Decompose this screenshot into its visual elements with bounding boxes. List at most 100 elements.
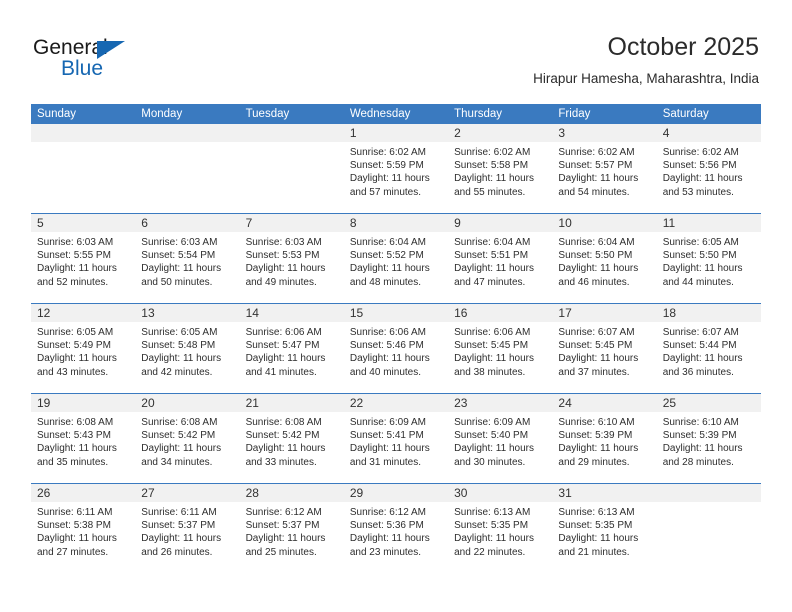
- day-number: 18: [656, 304, 761, 322]
- day-cell-empty: [656, 484, 761, 573]
- day-number: 2: [448, 124, 553, 142]
- day-cell[interactable]: 26 Sunrise: 6:11 AM Sunset: 5:38 PM Dayligh…: [31, 484, 136, 573]
- sunset-time: Sunset: 5:35 PM: [454, 520, 529, 532]
- daylight-duration-line2: and 29 minutes.: [558, 456, 630, 468]
- day-number: 7: [239, 214, 344, 232]
- sunrise-time: Sunrise: 6:03 AM: [245, 237, 322, 248]
- daylight-duration-line2: and 55 minutes.: [454, 186, 526, 198]
- sunset-time: Sunset: 5:59 PM: [349, 160, 424, 172]
- day-cell[interactable]: 12 Sunrise: 6:05 AM Sunset: 5:49 PM Dayligh…: [31, 304, 136, 393]
- day-cell[interactable]: 14 Sunrise: 6:06 AM Sunset: 5:47 PM Dayligh…: [239, 304, 344, 393]
- day-number: 8: [343, 214, 449, 232]
- day-number: 22: [343, 394, 449, 412]
- day-cell[interactable]: 21 Sunrise: 6:08 AM Sunset: 5:42 PM Dayligh…: [239, 394, 344, 483]
- day-cell[interactable]: 17 Sunrise: 6:07 AM Sunset: 5:45 PM Dayligh…: [552, 304, 657, 393]
- sunrise-time: Sunrise: 6:13 AM: [454, 507, 531, 518]
- general-blue-logo[interactable]: General Blue: [33, 36, 153, 84]
- daylight-duration-line1: Daylight: 11 hours: [558, 353, 639, 365]
- daylight-duration-line2: and 37 minutes.: [558, 366, 630, 378]
- daylight-duration-line1: Daylight: 11 hours: [454, 443, 534, 455]
- daylight-duration-line1: Daylight: 11 hours: [141, 443, 222, 455]
- daylight-duration-line1: Daylight: 11 hours: [37, 443, 117, 455]
- day-cell[interactable]: 13 Sunrise: 6:05 AM Sunset: 5:48 PM Dayligh…: [135, 304, 240, 393]
- sunrise-time: Sunrise: 6:12 AM: [245, 507, 322, 518]
- day-cell[interactable]: 20 Sunrise: 6:08 AM Sunset: 5:42 PM Dayligh…: [135, 394, 240, 483]
- day-cell[interactable]: 4 Sunrise: 6:02 AM Sunset: 5:56 PM Daylight…: [656, 124, 761, 213]
- day-details: Sunrise: 6:10 AM Sunset: 5:39 PM Daylight:…: [657, 412, 761, 469]
- day-details: Sunrise: 6:11 AM Sunset: 5:38 PM Daylight:…: [31, 502, 135, 559]
- daylight-duration-line2: and 21 minutes.: [558, 546, 630, 558]
- sunrise-time: Sunrise: 6:04 AM: [558, 237, 635, 248]
- day-details: Sunrise: 6:03 AM Sunset: 5:53 PM Daylight:…: [240, 232, 344, 289]
- daylight-duration-line1: Daylight: 11 hours: [245, 263, 326, 275]
- day-cell[interactable]: 6 Sunrise: 6:03 AM Sunset: 5:54 PM Daylight…: [135, 214, 240, 303]
- day-details: Sunrise: 6:10 AM Sunset: 5:39 PM Daylight:…: [552, 412, 656, 469]
- day-number: 31: [552, 484, 657, 502]
- day-details: Sunrise: 6:02 AM Sunset: 5:59 PM Daylight:…: [344, 142, 448, 199]
- calendar-week-row: 12 Sunrise: 6:05 AM Sunset: 5:49 PM Dayligh…: [31, 303, 761, 393]
- weekday-header-wednesday: Wednesday: [349, 108, 411, 120]
- day-cell[interactable]: 29 Sunrise: 6:12 AM Sunset: 5:36 PM Dayligh…: [343, 484, 449, 573]
- sunrise-time: Sunrise: 6:07 AM: [662, 327, 739, 338]
- calendar-weeks: 1 Sunrise: 6:02 AM Sunset: 5:59 PM Daylight…: [31, 124, 761, 573]
- sunrise-time: Sunrise: 6:04 AM: [454, 237, 531, 248]
- sunset-time: Sunset: 5:44 PM: [662, 340, 737, 352]
- daylight-duration-line2: and 36 minutes.: [662, 366, 734, 378]
- sunset-time: Sunset: 5:53 PM: [245, 250, 320, 262]
- daylight-duration-line2: and 27 minutes.: [37, 546, 109, 558]
- day-number: 30: [448, 484, 553, 502]
- day-details: Sunrise: 6:02 AM Sunset: 5:57 PM Daylight:…: [552, 142, 656, 199]
- day-cell[interactable]: 30 Sunrise: 6:13 AM Sunset: 5:35 PM Dayligh…: [448, 484, 553, 573]
- day-cell[interactable]: 27 Sunrise: 6:11 AM Sunset: 5:37 PM Dayligh…: [135, 484, 240, 573]
- day-cell[interactable]: 3 Sunrise: 6:02 AM Sunset: 5:57 PM Daylight…: [552, 124, 657, 213]
- day-cell[interactable]: 2 Sunrise: 6:02 AM Sunset: 5:58 PM Daylight…: [448, 124, 553, 213]
- daylight-duration-line1: Daylight: 11 hours: [454, 263, 534, 275]
- daylight-duration-line2: and 28 minutes.: [662, 456, 734, 468]
- calendar-week-row: 26 Sunrise: 6:11 AM Sunset: 5:38 PM Dayligh…: [31, 483, 761, 573]
- sunset-time: Sunset: 5:42 PM: [245, 430, 320, 442]
- day-cell[interactable]: 19 Sunrise: 6:08 AM Sunset: 5:43 PM Dayligh…: [31, 394, 136, 483]
- day-details: Sunrise: 6:13 AM Sunset: 5:35 PM Daylight:…: [448, 502, 552, 559]
- sunset-time: Sunset: 5:37 PM: [245, 520, 320, 532]
- daylight-duration-line1: Daylight: 11 hours: [245, 353, 326, 365]
- day-cell[interactable]: 9 Sunrise: 6:04 AM Sunset: 5:51 PM Daylight…: [448, 214, 553, 303]
- sunset-time: Sunset: 5:54 PM: [141, 250, 216, 262]
- sunset-time: Sunset: 5:50 PM: [558, 250, 633, 262]
- day-details: Sunrise: 6:02 AM Sunset: 5:58 PM Daylight:…: [448, 142, 552, 199]
- day-details: Sunrise: 6:04 AM Sunset: 5:51 PM Daylight:…: [448, 232, 552, 289]
- daylight-duration-line2: and 52 minutes.: [37, 276, 109, 288]
- day-cell-empty: [239, 124, 344, 213]
- day-cell[interactable]: 10 Sunrise: 6:04 AM Sunset: 5:50 PM Dayligh…: [552, 214, 657, 303]
- daylight-duration-line2: and 30 minutes.: [454, 456, 526, 468]
- day-details: Sunrise: 6:04 AM Sunset: 5:50 PM Daylight:…: [552, 232, 656, 289]
- day-cell[interactable]: 31 Sunrise: 6:13 AM Sunset: 5:35 PM Dayligh…: [552, 484, 657, 573]
- day-cell[interactable]: 24 Sunrise: 6:10 AM Sunset: 5:39 PM Dayligh…: [552, 394, 657, 483]
- day-cell[interactable]: 1 Sunrise: 6:02 AM Sunset: 5:59 PM Daylight…: [343, 124, 449, 213]
- day-cell[interactable]: 7 Sunrise: 6:03 AM Sunset: 5:53 PM Daylight…: [239, 214, 344, 303]
- daylight-duration-line2: and 38 minutes.: [454, 366, 526, 378]
- daylight-duration-line2: and 47 minutes.: [454, 276, 526, 288]
- day-cell[interactable]: 16 Sunrise: 6:06 AM Sunset: 5:45 PM Dayligh…: [448, 304, 553, 393]
- logo-text-blue: Blue: [61, 57, 104, 80]
- sunset-time: Sunset: 5:42 PM: [141, 430, 216, 442]
- sunrise-time: Sunrise: 6:03 AM: [37, 237, 114, 248]
- day-cell[interactable]: 25 Sunrise: 6:10 AM Sunset: 5:39 PM Dayligh…: [656, 394, 761, 483]
- daylight-duration-line2: and 50 minutes.: [141, 276, 213, 288]
- day-cell[interactable]: 23 Sunrise: 6:09 AM Sunset: 5:40 PM Dayligh…: [448, 394, 553, 483]
- sunrise-time: Sunrise: 6:10 AM: [662, 417, 739, 428]
- day-cell[interactable]: 18 Sunrise: 6:07 AM Sunset: 5:44 PM Dayligh…: [656, 304, 761, 393]
- day-cell[interactable]: 11 Sunrise: 6:05 AM Sunset: 5:50 PM Dayligh…: [656, 214, 761, 303]
- day-cell[interactable]: 15 Sunrise: 6:06 AM Sunset: 5:46 PM Dayligh…: [343, 304, 449, 393]
- day-details: Sunrise: 6:08 AM Sunset: 5:42 PM Daylight:…: [240, 412, 344, 469]
- sunrise-time: Sunrise: 6:02 AM: [454, 147, 531, 158]
- daylight-duration-line1: Daylight: 11 hours: [37, 263, 117, 275]
- daylight-duration-line1: Daylight: 11 hours: [349, 353, 430, 365]
- day-cell[interactable]: 22 Sunrise: 6:09 AM Sunset: 5:41 PM Dayligh…: [343, 394, 449, 483]
- day-cell[interactable]: 8 Sunrise: 6:04 AM Sunset: 5:52 PM Daylight…: [343, 214, 449, 303]
- day-number: [31, 124, 136, 142]
- day-cell[interactable]: 5 Sunrise: 6:03 AM Sunset: 5:55 PM Daylight…: [31, 214, 136, 303]
- day-number: 19: [31, 394, 136, 412]
- daylight-duration-line1: Daylight: 11 hours: [349, 443, 430, 455]
- day-cell[interactable]: 28 Sunrise: 6:12 AM Sunset: 5:37 PM Dayligh…: [239, 484, 344, 573]
- day-number: 16: [448, 304, 553, 322]
